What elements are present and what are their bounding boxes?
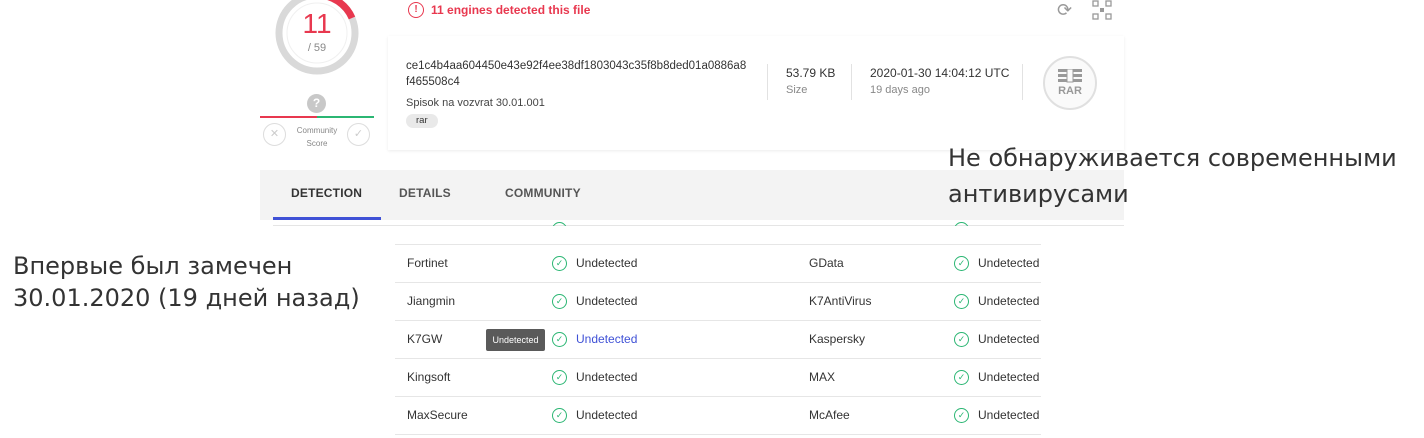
divider	[1022, 64, 1023, 100]
engine-name: K7AntiVirus	[809, 294, 872, 308]
table-row: MaxSecure ✓ Undetected McAfee ✓ Undetect…	[395, 396, 1041, 435]
community-label-line2: Score	[306, 139, 328, 148]
archive-icon	[1058, 69, 1082, 83]
file-name: Spisok na vozvrat 30.01.001	[406, 97, 545, 109]
community-label-line1: Community	[296, 126, 338, 135]
file-size-label: Size	[786, 84, 808, 96]
engine-name: GData	[809, 256, 844, 270]
file-size-value: 53.79 KB	[786, 66, 836, 80]
analysis-date: 2020-01-30 14:04:12 UTC	[870, 66, 1010, 80]
engine-result: Undetected	[978, 332, 1040, 346]
engine-result: Undetected	[576, 256, 638, 270]
file-hash-line2: f465508c4	[406, 76, 460, 88]
caption-line: антивирусами	[948, 180, 1129, 208]
active-tab-indicator	[273, 217, 381, 220]
caption-line: Впервые был замечен	[13, 252, 293, 280]
engine-result: Undetected	[576, 408, 638, 422]
check-circle-icon: ✓	[954, 256, 969, 271]
divider	[767, 64, 768, 100]
engine-name: K7GW	[407, 332, 443, 346]
engine-name: MAX	[809, 370, 836, 384]
community-bar-negative	[260, 116, 317, 118]
check-circle-icon: ✓	[954, 294, 969, 309]
engine-name: MaxSecure	[407, 408, 468, 422]
engine-name: Fortinet	[407, 256, 448, 270]
result-tooltip: Undetected	[486, 329, 545, 351]
check-circle-icon: ✓	[552, 332, 567, 347]
file-tag[interactable]: rar	[406, 114, 438, 128]
engine-result: Undetected	[978, 294, 1040, 308]
caption-line: Не обнаруживается современными	[948, 144, 1397, 172]
file-hash-line1: ce1c4b4aa604450e43e92f4ee38df1803043c35f…	[406, 60, 747, 72]
similar-files-icon[interactable]	[1092, 0, 1112, 20]
engine-result[interactable]: Undetected	[576, 332, 637, 346]
engine-result: Undetected	[576, 294, 638, 308]
caption-first-seen: Впервые был замечен 30.01.2020 (19 дней …	[13, 250, 393, 314]
check-circle-icon: ✓	[552, 370, 567, 385]
file-info-card	[388, 36, 1124, 150]
analysis-relative-time: 19 days ago	[870, 84, 930, 96]
engine-name: Kingsoft	[407, 370, 451, 384]
engine-result: Undetected	[978, 408, 1040, 422]
engine-result: Undetected	[576, 370, 638, 384]
check-circle-icon: ✓	[954, 370, 969, 385]
community-bar-positive	[317, 116, 374, 118]
tab-detection[interactable]: DETECTION	[291, 186, 362, 200]
engine-name: McAfee	[809, 408, 850, 422]
engine-result: Undetected	[978, 370, 1040, 384]
community-score-label: Community Score	[285, 124, 349, 150]
detection-count: 11	[302, 8, 332, 39]
check-circle-icon: ✓	[954, 332, 969, 347]
engine-total: / 59	[307, 42, 327, 54]
tab-community[interactable]: COMMUNITY	[505, 186, 581, 200]
caption-line: 30.01.2020 (19 дней назад)	[13, 284, 360, 312]
table-row: Kingsoft ✓ Undetected MAX ✓ Undetected	[395, 358, 1041, 397]
check-circle-icon: ✓	[552, 256, 567, 271]
caption-not-detected: Не обнаруживается современными антивирус…	[948, 140, 1424, 212]
reanalyze-icon[interactable]: ⟳	[1057, 0, 1077, 20]
table-row	[395, 206, 1041, 245]
check-circle-icon: ✓	[954, 408, 969, 423]
engine-name: Jiangmin	[407, 294, 456, 308]
tab-details[interactable]: DETAILS	[399, 186, 451, 200]
vote-harmless-button[interactable]: ✓	[347, 123, 370, 146]
rar-file-type-icon: RAR	[1043, 56, 1097, 110]
check-circle-icon: ✓	[552, 294, 567, 309]
alert-icon: !	[408, 2, 424, 18]
table-row: Fortinet ✓ Undetected GData ✓ Undetected	[395, 244, 1041, 283]
engine-result: Undetected	[978, 256, 1040, 270]
table-row: Jiangmin ✓ Undetected K7AntiVirus ✓ Unde…	[395, 282, 1041, 321]
question-icon: ?	[307, 94, 326, 113]
file-type-label: RAR	[1058, 85, 1082, 97]
engine-name: Kaspersky	[809, 332, 866, 346]
check-circle-icon: ✓	[552, 408, 567, 423]
vote-harmful-button[interactable]: ✕	[263, 123, 286, 146]
file-hash[interactable]: ce1c4b4aa604450e43e92f4ee38df1803043c35f…	[406, 58, 756, 90]
detection-alert: 11 engines detected this file	[431, 3, 591, 17]
divider	[851, 64, 852, 100]
